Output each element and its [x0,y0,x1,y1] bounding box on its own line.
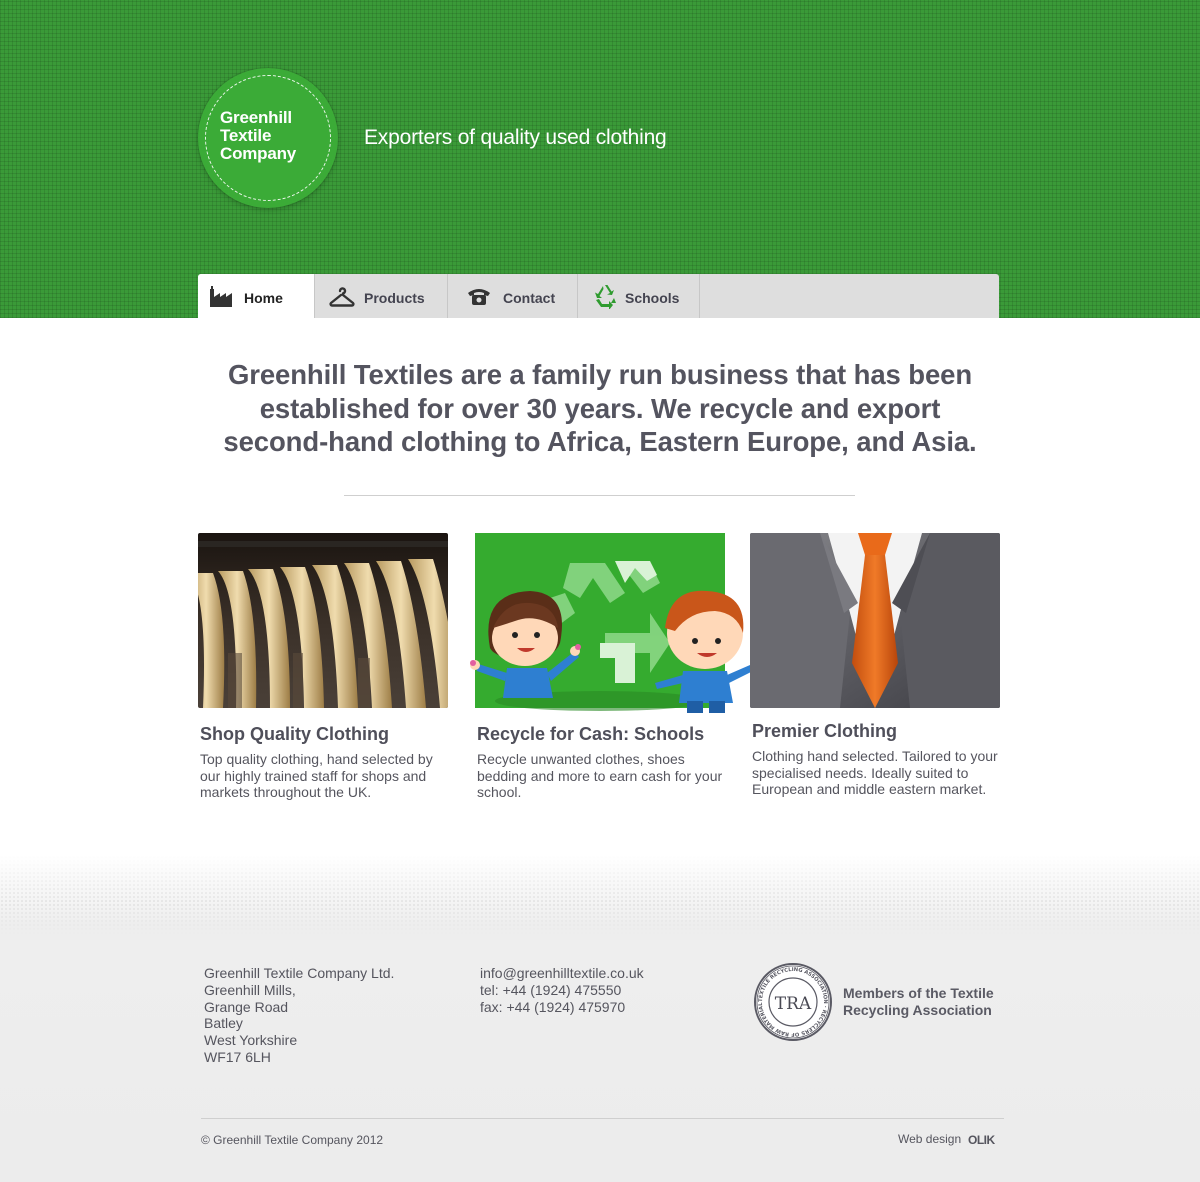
feature-title: Recycle for Cash: Schools [477,724,705,744]
telephone: tel: +44 (1924) 475550 [480,981,622,998]
company-address: Greenhill Textile Company Ltd. Greenhill… [204,965,394,1066]
contact-details: info@greenhilltextile.co.uk tel: +44 (19… [480,965,644,1015]
tab-contact-label: Contact [503,290,556,306]
address-line: Greenhill Mills, [204,981,296,998]
intro-line: Greenhill Textiles are a family run busi… [227,359,973,390]
tra-line: Recycling Association [843,1002,992,1018]
tab-schools-label: Schools [625,290,680,306]
feature-title: Shop Quality Clothing [200,724,389,744]
email-link[interactable]: info@greenhilltextile.co.uk [480,965,644,982]
hanger-icon [329,287,355,307]
address-line: West Yorkshire [204,1032,298,1049]
address-line: Grange Road [204,998,289,1015]
intro-statement: Greenhill Textiles are a family run busi… [200,358,1000,459]
tra-membership: Members of the Textile Recycling Associa… [843,985,994,1019]
address-line: Batley [204,1015,243,1032]
tab-products-label: Products [364,290,425,306]
tagline: Exporters of quality used clothing [364,126,667,149]
tab-contact[interactable]: Contact [448,274,578,318]
tra-line: Members of the Textile [843,985,994,1001]
web-design-credit-link[interactable]: OLIK [968,1133,995,1147]
kids-recycle-illustration[interactable] [470,533,750,713]
address-line: Greenhill Textile Company Ltd. [204,965,395,981]
main-nav: Home Products Contact Schools [198,274,999,318]
logo-line: Company [220,144,297,163]
recycle-icon [595,285,616,309]
tab-products[interactable]: Products [315,274,448,318]
tab-home[interactable]: Home [198,274,315,318]
clothes-hangers-photo[interactable] [198,533,448,708]
feature-text: Clothing hand selected. Tailored to your… [752,748,998,798]
feature-text: Top quality clothing, hand selected by o… [200,751,433,801]
logo-line: Textile [220,126,272,145]
suit-tie-photo[interactable] [750,533,1000,708]
intro-line: established for over 30 years. We recycl… [259,392,941,424]
feature-title: Premier Clothing [752,721,898,741]
logo-text: Greenhill Textile Company [220,109,330,163]
address-line: WF17 6LH [204,1048,271,1065]
phone-icon [468,289,490,305]
company-logo[interactable]: Greenhill Textile Company [198,68,338,208]
copyright: © Greenhill Textile Company 2012 [201,1133,384,1147]
section-divider [344,495,855,496]
tab-home-label: Home [244,290,283,306]
footer [0,855,1200,1182]
tab-schools[interactable]: Schools [578,274,700,318]
tra-monogram: TRA [775,994,812,1014]
tra-badge-logo[interactable]: TEXTILE RECYCLING ASSOCIATION · RECYCLER… [750,958,833,1042]
factory-icon [210,286,232,307]
fax: fax: +44 (1924) 475970 [480,998,626,1015]
feature-text: Recycle unwanted clothes, shoes bedding … [477,751,723,801]
intro-line: second-hand clothing to Africa, Eastern … [223,426,977,457]
header: Greenhill Textile Company Exporters of q… [0,0,1200,318]
footer-dot-texture [0,855,1200,935]
logo-line: Greenhill [220,108,292,127]
web-design-label: Web design [898,1132,962,1146]
footer-divider [201,1118,1004,1119]
